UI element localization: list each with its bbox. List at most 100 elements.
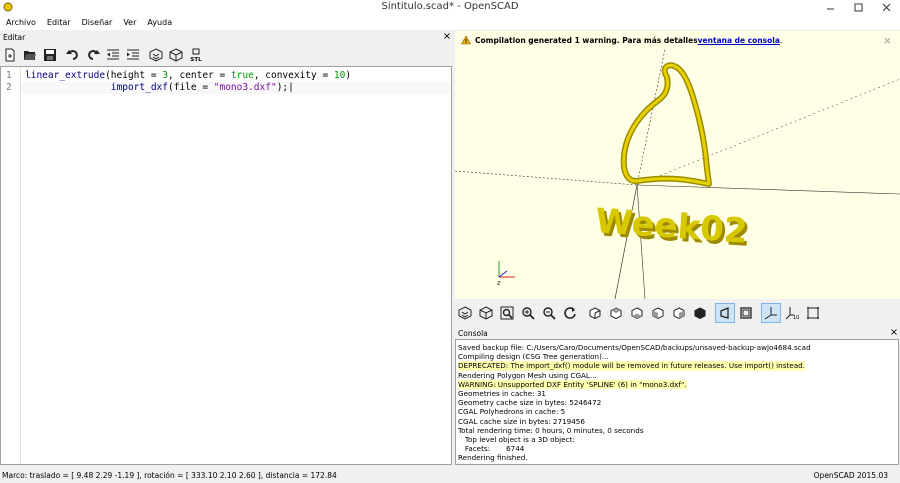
open-file-button[interactable] <box>20 45 40 65</box>
view-front-button[interactable] <box>669 303 689 323</box>
show-axes-button[interactable] <box>761 302 781 323</box>
render-button[interactable] <box>166 45 186 65</box>
orthogonal-icon <box>740 306 752 319</box>
console-line: Geometry cache size in bytes: 5246472 <box>458 398 896 407</box>
line-number-gutter <box>1 67 21 464</box>
editor-panel-title: Editar <box>3 32 26 42</box>
reset-view-button[interactable] <box>560 303 580 323</box>
unindent-icon <box>107 49 119 60</box>
svg-text:STL: STL <box>190 57 202 62</box>
close-window-button[interactable] <box>872 0 900 15</box>
console-text: Compiling design (CSG Tree generation)..… <box>458 352 609 362</box>
menu-editar[interactable]: Editar <box>41 18 76 27</box>
view-right-button[interactable] <box>585 303 605 323</box>
view-back-button[interactable] <box>690 303 710 323</box>
show-edges-button[interactable] <box>803 303 823 323</box>
perspective-button[interactable] <box>715 302 735 323</box>
undo-icon <box>66 50 78 60</box>
view-top-button[interactable] <box>606 303 626 323</box>
console-line: Total rendering time: 0 hours, 0 minutes… <box>458 426 896 435</box>
3d-viewport[interactable]: Week02 Week02 z <box>455 49 900 299</box>
console-text: Geometry cache size in bytes: 5246472 <box>458 398 602 408</box>
preview-icon <box>149 48 163 62</box>
view-bottom-button[interactable] <box>627 303 647 323</box>
menu-bar: Archivo Editar Diseñar Ver Ayuda <box>0 15 900 30</box>
editor-toolbar: STL <box>0 44 453 66</box>
preview-button[interactable] <box>146 45 166 65</box>
cube-left-icon <box>652 306 664 319</box>
diagonal-guide-line <box>636 78 900 186</box>
indent-button[interactable] <box>123 45 143 65</box>
axes-icon <box>764 306 777 319</box>
redo-icon <box>88 50 100 60</box>
close-icon <box>882 3 890 12</box>
menu-ver[interactable]: Ver <box>117 18 141 27</box>
indent-icon <box>127 49 139 60</box>
code-token: (file = <box>168 82 214 93</box>
view-preview-button[interactable] <box>455 303 475 323</box>
maximize-button[interactable] <box>844 0 872 15</box>
cube-front-icon <box>673 306 685 319</box>
show-scale-button[interactable]: 10 <box>782 303 802 323</box>
cube-top-icon <box>610 306 622 319</box>
console-line: CGAL Polyhedrons in cache: 5 <box>458 407 896 416</box>
undo-button[interactable] <box>63 45 83 65</box>
axes-indicator: z <box>497 261 515 287</box>
console-line: Rendering Polygon Mesh using CGAL... <box>458 371 896 380</box>
code-editor[interactable]: 1 linear_extrude(height = 3, center = tru… <box>0 66 452 465</box>
new-file-icon <box>5 48 15 62</box>
console-warning-text: DEPRECATED: The import_dxf() module will… <box>458 361 805 371</box>
console-output[interactable]: Saved backup file: C:/Users/Caro/Documen… <box>455 339 899 465</box>
menu-ayuda[interactable]: Ayuda <box>141 18 177 27</box>
console-text: CGAL Polyhedrons in cache: 5 <box>458 407 566 417</box>
scale-markers-icon: 10 <box>785 306 799 320</box>
view-render-button[interactable] <box>476 303 496 323</box>
redo-button[interactable] <box>83 45 103 65</box>
extruded-outline-shape <box>620 62 712 187</box>
view-left-button[interactable] <box>648 303 668 323</box>
console-panel-title: Consola <box>458 328 488 338</box>
zoom-out-button[interactable] <box>539 303 559 323</box>
reset-view-icon <box>564 306 576 319</box>
new-file-button[interactable] <box>0 45 20 65</box>
code-token: ); <box>276 82 289 93</box>
console-text: Rendering Polygon Mesh using CGAL... <box>458 370 597 380</box>
save-file-button[interactable] <box>40 45 60 65</box>
console-text: Top level object is a 3D object: <box>458 435 575 445</box>
console-text: Facets: 6744 <box>458 444 525 454</box>
text-cursor: | <box>288 82 294 93</box>
orthogonal-button[interactable] <box>736 303 756 323</box>
console-line: Compiling design (CSG Tree generation)..… <box>458 352 896 361</box>
menu-archivo[interactable]: Archivo <box>0 18 41 27</box>
x-axis-negative-line <box>455 170 638 186</box>
axis-label-z: z <box>497 279 501 287</box>
minimize-button[interactable] <box>816 0 844 15</box>
preview-icon <box>458 305 472 320</box>
notification-close-button[interactable]: × <box>883 34 892 47</box>
menu-disenar[interactable]: Diseñar <box>76 18 118 27</box>
console-window-link[interactable]: ventana de consola <box>698 36 780 45</box>
zoom-in-button[interactable] <box>518 303 538 323</box>
console-text: Saved backup file: C:/Users/Caro/Documen… <box>458 343 811 352</box>
code-token: import_dxf <box>25 82 168 93</box>
export-stl-icon: STL <box>190 48 202 62</box>
cube-right-icon <box>589 306 601 319</box>
zoom-fit-icon <box>500 306 514 319</box>
view-all-button[interactable] <box>497 303 517 323</box>
console-text: CGAL cache size in bytes: 2719456 <box>458 416 585 426</box>
code-token: , convexity = <box>253 70 334 81</box>
console-panel-close-button[interactable]: × <box>888 328 900 338</box>
console-line: Geometries in cache: 31 <box>458 389 896 398</box>
code-text: import_dxf(file = "mono3.dxf");| <box>25 82 294 94</box>
status-camera-info: Marco: traslado = [ 9.48 2.29 -1.19 ], r… <box>2 470 337 480</box>
export-stl-button[interactable]: STL <box>186 45 206 65</box>
code-text: linear_extrude(height = 3, center = true… <box>25 70 351 82</box>
zoom-in-icon <box>522 306 535 320</box>
viewport-canvas: Week02 Week02 z <box>455 49 900 299</box>
unindent-button[interactable] <box>103 45 123 65</box>
console-warning-text: WARNING: Unsupported DXF Entity 'SPLINE'… <box>458 379 687 390</box>
minimize-icon <box>826 8 834 10</box>
editor-panel-close-button[interactable]: × <box>441 32 453 42</box>
notification-message: Compilation generated 1 warning. Para má… <box>475 35 698 45</box>
code-line: 1 linear_extrude(height = 3, center = tru… <box>1 70 451 82</box>
